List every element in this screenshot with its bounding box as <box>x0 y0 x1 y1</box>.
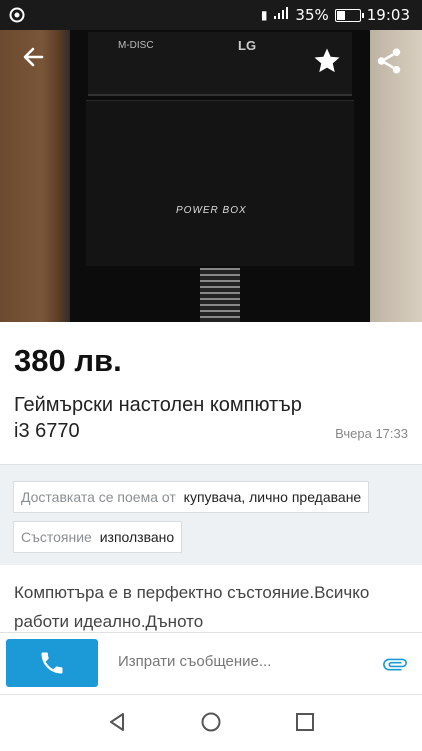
photo-gallery[interactable]: M-DISC LG POWER BOX <box>0 30 422 322</box>
param-condition-label: Състояние <box>21 529 92 545</box>
param-condition-value: използвано <box>99 529 175 545</box>
ad-parameters: Доставката се поема от купувача, лично п… <box>0 464 422 565</box>
ad-date: Вчера 17:33 <box>335 426 408 441</box>
ad-title: Геймърски настолен компютър i3 6770 <box>14 394 302 442</box>
nav-home-icon[interactable] <box>200 711 222 738</box>
param-delivery-value: купувача, лично предаване <box>183 489 362 505</box>
system-navigation-bar <box>0 694 422 751</box>
back-arrow-icon[interactable] <box>20 44 46 77</box>
contact-bar: Изпрати съобщение... <box>0 632 422 695</box>
vibrate-icon: ▮ <box>260 8 268 22</box>
nav-recents-icon[interactable] <box>295 712 315 737</box>
ad-price: 380 лв. <box>14 343 122 378</box>
share-icon[interactable] <box>374 46 404 83</box>
message-input[interactable]: Изпрати съобщение... <box>118 653 271 670</box>
battery-icon <box>334 8 364 22</box>
nav-back-icon[interactable] <box>106 711 128 738</box>
signal-icon <box>273 6 289 24</box>
paperclip-icon[interactable] <box>382 651 408 682</box>
camera-notification-icon <box>8 6 26 28</box>
phone-icon <box>41 652 63 674</box>
battery-percent: 35% <box>295 6 329 24</box>
param-delivery-label: Доставката се поема от <box>21 489 176 505</box>
clock: 19:03 <box>366 6 410 24</box>
star-icon[interactable] <box>312 46 342 83</box>
ad-description: Компютъра е в перфектно състояние.Всичко… <box>14 583 370 631</box>
param-delivery: Доставката се поема от купувача, лично п… <box>13 481 370 513</box>
call-button[interactable] <box>6 639 98 687</box>
status-bar: ▮ 35% 19:03 <box>0 0 422 30</box>
param-condition: Състояние използвано <box>13 521 183 553</box>
